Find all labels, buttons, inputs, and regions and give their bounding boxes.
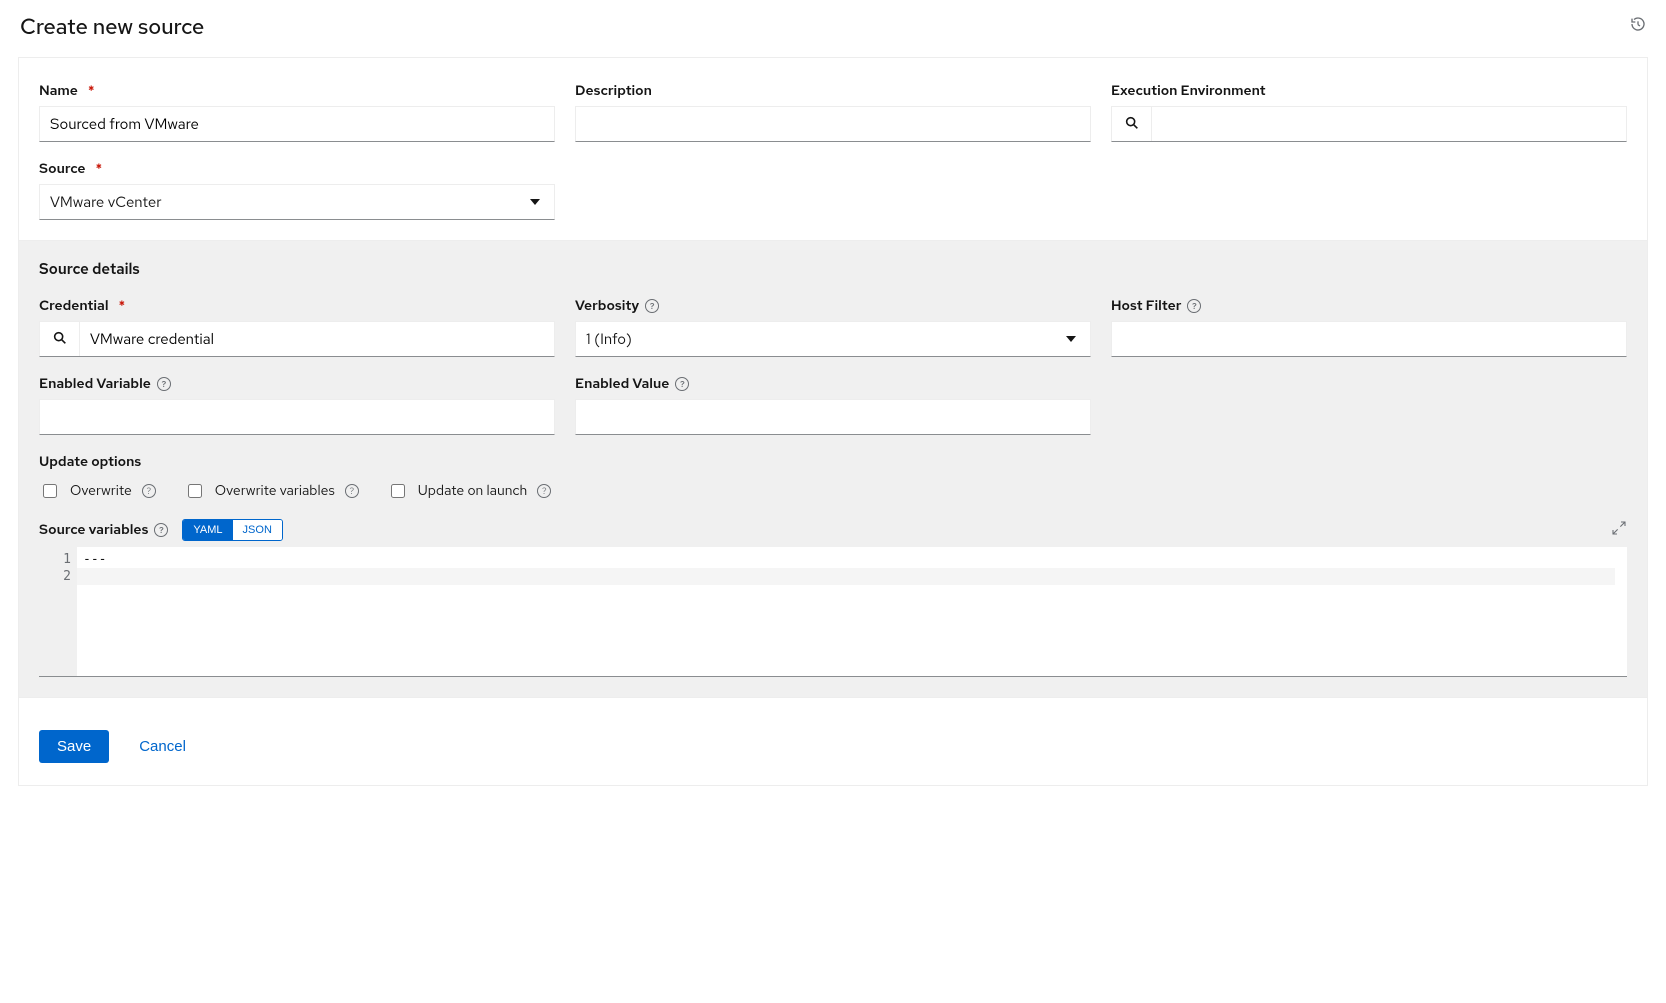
enabled-var-label: Enabled Variable ? [39,375,555,393]
page-title: Create new source [20,12,204,41]
help-icon[interactable]: ? [345,484,359,498]
help-icon[interactable]: ? [1187,299,1201,313]
chevron-down-icon [1066,336,1076,342]
yaml-json-toggle[interactable]: YAML JSON [182,519,282,541]
search-icon [1124,115,1140,134]
page-header: Create new source [18,8,1648,57]
credential-lookup-button[interactable] [40,322,80,356]
host-filter-label: Host Filter ? [1111,297,1627,315]
source-variables-label: Source variables ? [39,521,168,539]
credential-input[interactable] [80,322,554,356]
exec-env-lookup-button[interactable] [1112,107,1152,141]
verbosity-label: Verbosity ? [575,297,1091,315]
exec-env-input[interactable] [1152,107,1626,141]
credential-label: Credential* [39,297,555,315]
help-icon[interactable]: ? [142,484,156,498]
update-on-launch-checkbox[interactable]: Update on launch ? [387,481,551,501]
enabled-var-input[interactable] [40,400,554,434]
chevron-down-icon [530,199,540,205]
history-icon[interactable] [1630,16,1646,37]
source-label: Source* [39,160,555,178]
help-icon[interactable]: ? [537,484,551,498]
update-options-label: Update options [39,453,1627,471]
help-icon[interactable]: ? [675,377,689,391]
help-icon[interactable]: ? [157,377,171,391]
overwrite-vars-checkbox[interactable]: Overwrite variables ? [184,481,359,501]
yaml-toggle-button[interactable]: YAML [183,520,232,540]
help-icon[interactable]: ? [154,523,168,537]
search-icon [52,330,68,349]
editor-gutter: 12 [39,547,77,676]
source-select[interactable]: VMware vCenter [39,184,555,220]
cancel-button[interactable]: Cancel [133,737,192,756]
name-label: Name* [39,82,555,100]
source-variables-editor[interactable]: 12 --- [39,547,1627,677]
description-input[interactable] [576,107,1090,141]
json-toggle-button[interactable]: JSON [233,520,282,540]
description-label: Description [575,82,1091,100]
help-icon[interactable]: ? [645,299,659,313]
editor-content[interactable]: --- [77,547,1627,676]
source-details-title: Source details [39,259,1627,279]
enabled-val-label: Enabled Value ? [575,375,1091,393]
expand-icon[interactable] [1611,520,1627,541]
save-button[interactable]: Save [39,730,109,763]
form-card: Name* Description Execution Environment [18,57,1648,786]
verbosity-select[interactable]: 1 (Info) [575,321,1091,357]
exec-env-label: Execution Environment [1111,82,1627,100]
host-filter-input[interactable] [1112,322,1626,356]
name-input[interactable] [40,107,554,141]
enabled-val-input[interactable] [576,400,1090,434]
overwrite-checkbox[interactable]: Overwrite ? [39,481,156,501]
